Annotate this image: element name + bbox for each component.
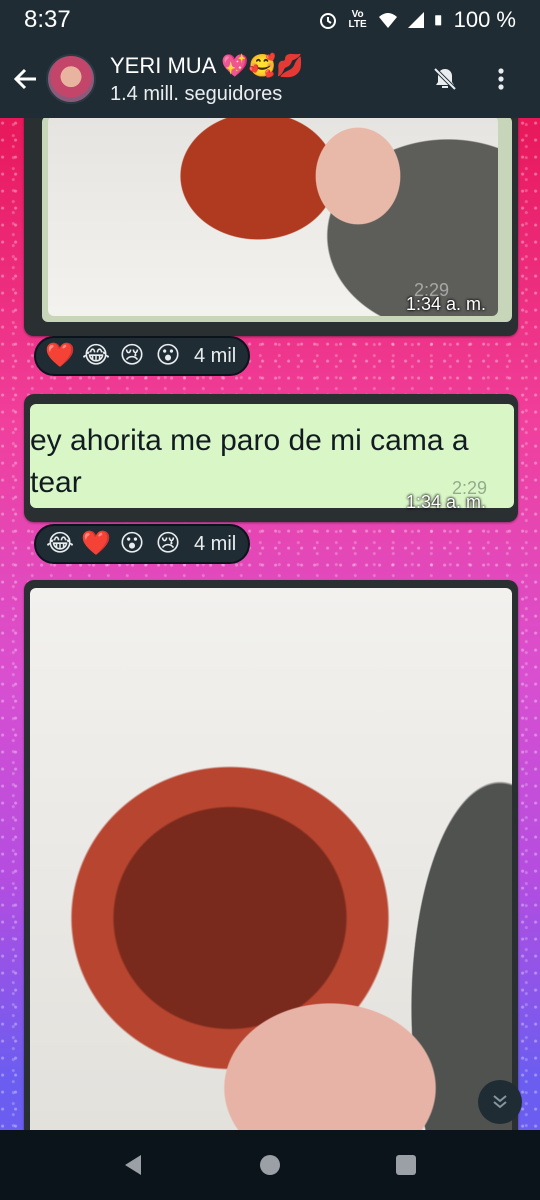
reaction-laugh-icon: 😂 bbox=[81, 342, 111, 369]
wifi-icon bbox=[378, 13, 397, 28]
image-message[interactable] bbox=[24, 580, 518, 1130]
mute-bell-icon[interactable] bbox=[432, 66, 458, 92]
signal-icon bbox=[407, 12, 424, 28]
channel-header: YERI MUA 💖🥰💋 1.4 mill. seguidores bbox=[0, 40, 540, 118]
system-nav-bar bbox=[0, 1130, 540, 1200]
channel-title-block[interactable]: YERI MUA 💖🥰💋 1.4 mill. seguidores bbox=[110, 53, 303, 106]
alarm-icon bbox=[319, 13, 336, 29]
message-text-line-2: tear bbox=[30, 466, 82, 499]
channel-name: YERI MUA 💖🥰💋 bbox=[110, 52, 304, 78]
reaction-heart-icon: ❤️ bbox=[81, 530, 111, 557]
image-message[interactable]: 2:29 1:34 a. m. bbox=[24, 118, 518, 336]
channel-avatar[interactable] bbox=[46, 54, 96, 104]
nav-home-icon[interactable] bbox=[257, 1152, 283, 1178]
status-bar: 8:37 Vo LTE 100 % bbox=[0, 0, 540, 40]
chat-area[interactable]: 2:29 1:34 a. m. ❤️ 😂 😢 😮 4 mil ey ahorit… bbox=[0, 118, 540, 1130]
message-timestamp: 1:34 a. m. bbox=[406, 294, 487, 314]
status-icons: Vo LTE 100 % bbox=[318, 7, 516, 33]
reaction-sad-icon: 😢 bbox=[119, 342, 145, 369]
reaction-count: 4 mil bbox=[194, 532, 237, 555]
reaction-sad-icon: 😢 bbox=[155, 530, 181, 557]
more-options-icon[interactable] bbox=[488, 66, 514, 92]
back-arrow-icon[interactable] bbox=[12, 65, 40, 93]
reaction-laugh-icon: 😂 bbox=[45, 530, 75, 557]
message-timestamp: 1:34 a. m. bbox=[406, 492, 487, 512]
message-text-line-1: ey ahorita me paro de mi cama a bbox=[30, 424, 469, 457]
reactions-bar[interactable]: 😂 ❤️ 😮 😢 4 mil bbox=[34, 524, 251, 564]
nav-back-icon[interactable] bbox=[121, 1152, 147, 1178]
reaction-wow-icon: 😮 bbox=[119, 530, 145, 557]
nav-recents-icon[interactable] bbox=[393, 1152, 419, 1178]
scroll-to-bottom-button[interactable] bbox=[478, 1080, 522, 1124]
battery-icon bbox=[434, 15, 441, 26]
reaction-heart-icon: ❤️ bbox=[45, 342, 75, 369]
follower-count: 1.4 mill. seguidores bbox=[110, 82, 283, 105]
message-photo[interactable] bbox=[30, 588, 512, 1130]
status-time: 8:37 bbox=[24, 6, 71, 33]
reaction-count: 4 mil bbox=[194, 344, 237, 367]
battery-percent: 100 % bbox=[453, 7, 516, 32]
reactions-bar[interactable]: ❤️ 😂 😢 😮 4 mil bbox=[34, 336, 251, 376]
text-message[interactable]: ey ahorita me paro de mi cama a tear 2:2… bbox=[24, 394, 518, 522]
volte-icon: Vo LTE bbox=[348, 9, 367, 30]
reaction-wow-icon: 😮 bbox=[155, 342, 181, 369]
double-chevron-down-icon bbox=[493, 1095, 507, 1109]
